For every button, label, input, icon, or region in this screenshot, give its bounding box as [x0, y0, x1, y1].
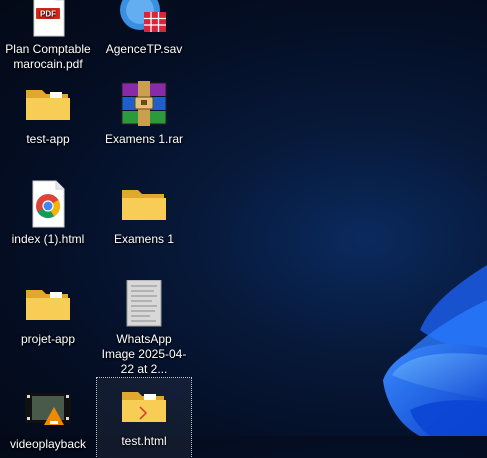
desktop-icon-agencetp[interactable]: AgenceTP.sav [97, 0, 191, 57]
desktop-icon-test-html[interactable]: test.html [96, 377, 192, 458]
desktop-icon-label: projet-app [20, 332, 76, 346]
desktop-icon-index-html[interactable]: index (1).html [1, 180, 95, 247]
folder-icon [24, 280, 72, 328]
folder-icon [120, 382, 168, 430]
desktop-icon-test-app[interactable]: test-app [1, 80, 95, 147]
pdf-icon: PDF [24, 0, 72, 38]
desktop-icon-label: videoplayback [9, 437, 87, 451]
desktop-icon-examens-rar[interactable]: Examens 1.rar [97, 80, 191, 147]
spss-file-icon [120, 0, 168, 38]
pdf-badge: PDF [40, 10, 56, 19]
desktop-icon-projet-app[interactable]: projet-app [1, 280, 95, 347]
desktop-icon-whatsapp-image[interactable]: WhatsApp Image 2025-04-22 at 2... [97, 280, 191, 377]
desktop-icon-videoplayback[interactable]: videoplayback [1, 385, 95, 452]
desktop-icon-examens-folder[interactable]: Examens 1 [97, 180, 191, 247]
desktop-icon-label: Examens 1 [113, 232, 175, 246]
desktop-icon-label: Examens 1.rar [104, 132, 184, 146]
chrome-html-icon [24, 180, 72, 228]
desktop-icon-plan-comptable[interactable]: PDF Plan Comptable marocain.pdf [1, 0, 95, 72]
desktop-icon-label: WhatsApp Image 2025-04-22 at 2... [101, 332, 187, 376]
image-thumbnail-icon [120, 280, 168, 328]
desktop-icon-label: test.html [121, 434, 167, 448]
winrar-archive-icon [120, 80, 168, 128]
desktop-icon-label: Plan Comptable marocain.pdf [5, 42, 91, 71]
desktop-icon-label: test-app [26, 132, 70, 146]
folder-icon [120, 180, 168, 228]
folder-icon [24, 80, 72, 128]
desktop-icon-label: index (1).html [11, 232, 85, 246]
desktop-icon-label: AgenceTP.sav [105, 42, 183, 56]
video-file-icon [24, 385, 72, 433]
